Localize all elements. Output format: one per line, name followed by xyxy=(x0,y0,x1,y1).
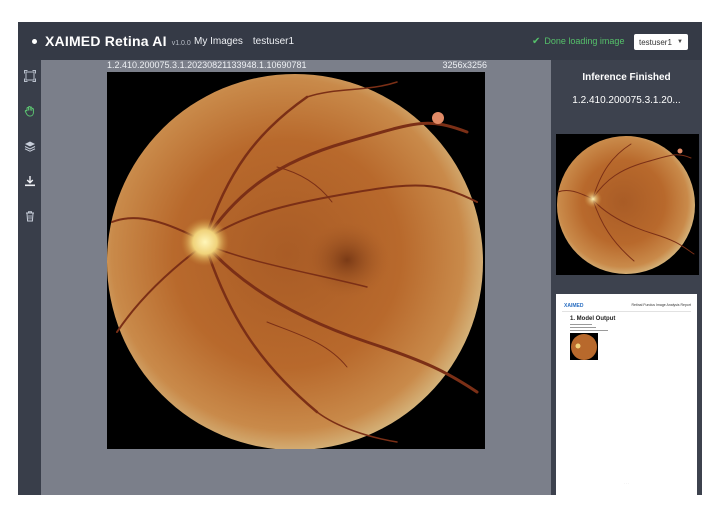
image-viewer[interactable]: 1.2.410.200075.3.1.20230821133948.1.1069… xyxy=(41,60,551,495)
left-toolbar xyxy=(18,60,41,495)
image-dimensions: 3256x3256 xyxy=(442,60,487,70)
app-version: v1.0.0 xyxy=(171,39,191,47)
nav-username[interactable]: testuser1 xyxy=(253,36,294,47)
load-status: ✔ Done loading image xyxy=(532,22,624,60)
status-text: Done loading image xyxy=(544,36,625,46)
report-text-line xyxy=(570,324,592,325)
brand[interactable]: XAIMED Retina AI v1.0.0 xyxy=(32,22,191,60)
caret-down-icon: ▼ xyxy=(677,39,683,45)
user-dropdown-value: testuser1 xyxy=(639,37,672,47)
report-fundus-image xyxy=(570,333,598,360)
top-header: XAIMED Retina AI v1.0.0 My Images testus… xyxy=(18,22,702,60)
download-icon[interactable] xyxy=(22,173,37,188)
image-id: 1.2.410.200075.3.1.20230821133948.1.1069… xyxy=(107,60,307,70)
trash-icon[interactable] xyxy=(22,208,37,223)
app-title: XAIMED Retina AI xyxy=(45,33,167,49)
fit-to-screen-icon[interactable] xyxy=(22,68,37,83)
nav-my-images[interactable]: My Images xyxy=(194,36,243,47)
layers-icon[interactable] xyxy=(22,138,37,153)
report-section-title: 1. Model Output xyxy=(570,316,616,322)
report-text-line xyxy=(570,330,608,331)
report-header: Retinal Fundus Image Analysis Report xyxy=(631,303,691,307)
user-dropdown[interactable]: testuser1 ▼ xyxy=(634,34,688,50)
report-divider xyxy=(562,311,691,312)
thumbnail-fundus xyxy=(557,136,695,274)
brand-dot-icon xyxy=(32,38,37,44)
report-footer: · · · xyxy=(624,481,629,485)
result-image-id: 1.2.410.200075.3.1.20... xyxy=(572,95,681,106)
image-meta-bar: 1.2.410.200075.3.1.20230821133948.1.1069… xyxy=(107,60,487,72)
analysis-report-preview[interactable]: XAIMED Retinal Fundus Image Analysis Rep… xyxy=(556,294,697,495)
results-panel: Inference Finished 1.2.410.200075.3.1.20… xyxy=(551,60,702,495)
inference-status-title: Inference Finished xyxy=(582,72,671,83)
result-thumbnail[interactable] xyxy=(556,134,699,275)
top-nav: My Images testuser1 xyxy=(194,22,304,60)
fundus-image-canvas[interactable] xyxy=(107,72,485,449)
fundus-image xyxy=(107,74,483,449)
report-text-line xyxy=(570,327,596,328)
report-logo: XAIMED xyxy=(564,303,584,309)
app-window: XAIMED Retina AI v1.0.0 My Images testus… xyxy=(18,22,702,495)
checkmark-icon: ✔ xyxy=(532,35,541,47)
pan-hand-icon[interactable] xyxy=(22,103,37,118)
